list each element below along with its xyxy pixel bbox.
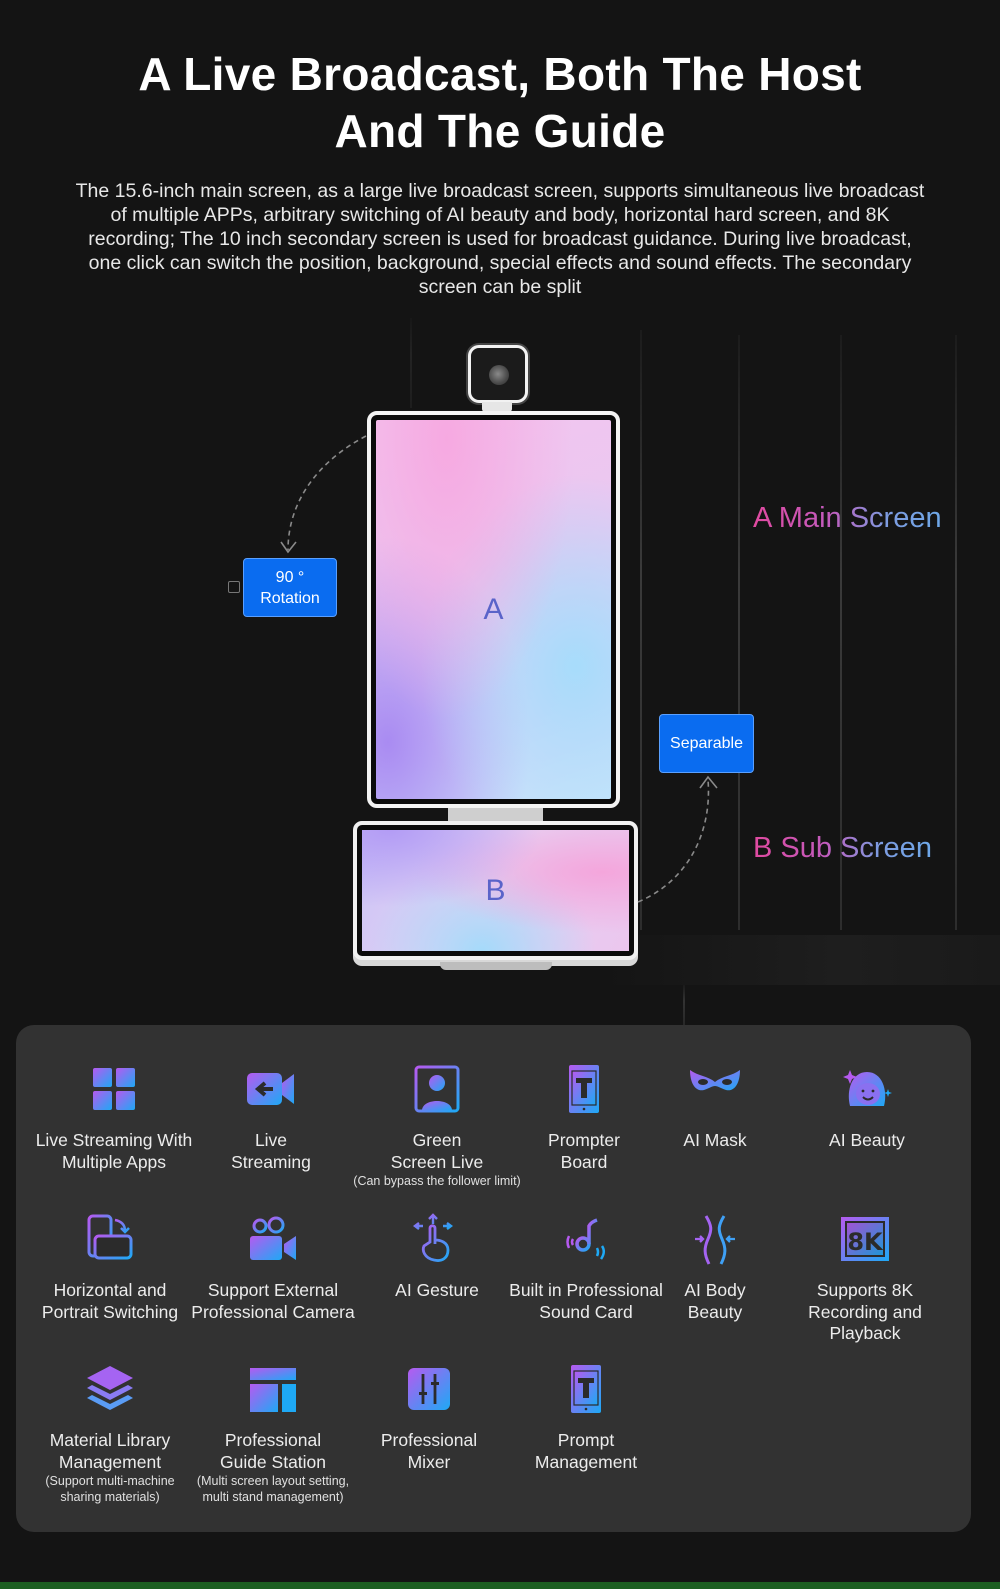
separable-badge: Separable	[659, 714, 754, 773]
title-line-2: And The Guide	[334, 105, 666, 157]
background-line	[683, 985, 685, 1025]
feature-note: (Multi screen layout setting, multi stan…	[196, 1474, 350, 1504]
sub-screen-label: B Sub Screen	[753, 832, 932, 864]
feature-note: (Can bypass the follower limit)	[353, 1174, 521, 1188]
feature-note: (Support multi-machine sharing materials…	[45, 1474, 175, 1504]
sub-screen-letter: B	[485, 873, 506, 907]
feature-item: AI Beauty	[777, 1062, 957, 1152]
feature-item: Prompt Management	[496, 1362, 676, 1473]
main-screen: A	[367, 411, 620, 808]
camera-lens	[489, 365, 509, 385]
page-title: A Live Broadcast, Both The Host And The …	[0, 46, 1000, 160]
feature-item: Professional Mixer	[339, 1362, 519, 1473]
feature-label: Horizontal and Portrait Switching	[41, 1280, 179, 1322]
screen-hinge	[448, 808, 543, 822]
feature-item: Live Streaming With Multiple Apps	[24, 1062, 204, 1173]
gesture-hand-icon	[413, 1213, 453, 1262]
mask-icon	[690, 1070, 740, 1114]
8k-icon: 8K	[841, 1217, 889, 1261]
connector-icon	[228, 581, 240, 593]
rotation-arrow-head	[280, 541, 297, 554]
feature-label: Professional Mixer	[380, 1430, 478, 1472]
title-line-1: A Live Broadcast, Both The Host	[138, 48, 862, 100]
feature-label: Live Streaming	[231, 1130, 311, 1172]
separable-arrow-head	[699, 775, 718, 789]
feature-label: Supports 8K Recording and Playback	[808, 1280, 922, 1343]
body-slim-icon	[695, 1215, 735, 1265]
feature-label: Material Library Management	[49, 1430, 171, 1472]
svg-text:8K: 8K	[847, 1228, 884, 1256]
background-line	[955, 335, 957, 930]
background-line	[738, 335, 740, 930]
camera-icon	[468, 345, 528, 403]
rotation-badge-line-2: Rotation	[260, 589, 320, 607]
sub-screen: B	[353, 821, 638, 960]
feature-label: AI Beauty	[829, 1130, 905, 1150]
rotate-screen-icon	[87, 1214, 133, 1260]
description: The 15.6-inch main screen, as a large li…	[75, 180, 925, 298]
layers-icon	[87, 1366, 133, 1410]
main-screen-label: A Main Screen	[753, 502, 942, 534]
feature-item: Professional Guide Station (Multi screen…	[183, 1362, 363, 1505]
feature-item: Horizontal and Portrait Switching	[20, 1212, 200, 1323]
feature-item: Live Streaming	[181, 1062, 361, 1173]
feature-label: Live Streaming With Multiple Apps	[35, 1130, 193, 1172]
movie-camera-icon	[250, 1216, 296, 1260]
rotation-badge-line-1: 90 °	[275, 568, 305, 586]
separable-arrow-path	[637, 779, 710, 903]
background-line	[410, 318, 412, 408]
main-screen-letter: A	[483, 592, 504, 626]
prompt-tablet-icon	[571, 1365, 601, 1413]
background-line	[640, 330, 642, 930]
feature-label: Professional Guide Station	[219, 1430, 327, 1472]
person-frame-icon	[414, 1065, 460, 1113]
video-camera-icon	[247, 1073, 294, 1105]
bottom-accent-bar	[0, 1582, 1000, 1589]
layout-icon	[250, 1368, 296, 1412]
beauty-face-icon	[843, 1070, 892, 1106]
feature-item: Support External Professional Camera	[183, 1212, 363, 1323]
feature-item: 8K Supports 8K Recording and Playback	[775, 1212, 955, 1345]
rotation-arrow-path	[287, 435, 367, 551]
main-screen-display: A	[376, 420, 611, 799]
rotation-badge: 90 ° Rotation	[243, 558, 337, 617]
feature-label: Support External Professional Camera	[191, 1280, 355, 1322]
sub-screen-display: B	[362, 830, 629, 951]
grid-apps-icon	[93, 1068, 135, 1110]
device-base	[440, 962, 552, 970]
prompter-tablet-icon	[569, 1065, 599, 1113]
mixer-sliders-icon	[408, 1368, 450, 1410]
floor-shadow	[600, 935, 1000, 985]
feature-item: Material Library Management (Support mul…	[20, 1362, 200, 1505]
sound-note-icon	[566, 1218, 605, 1260]
feature-label: Prompt Management	[534, 1430, 638, 1472]
